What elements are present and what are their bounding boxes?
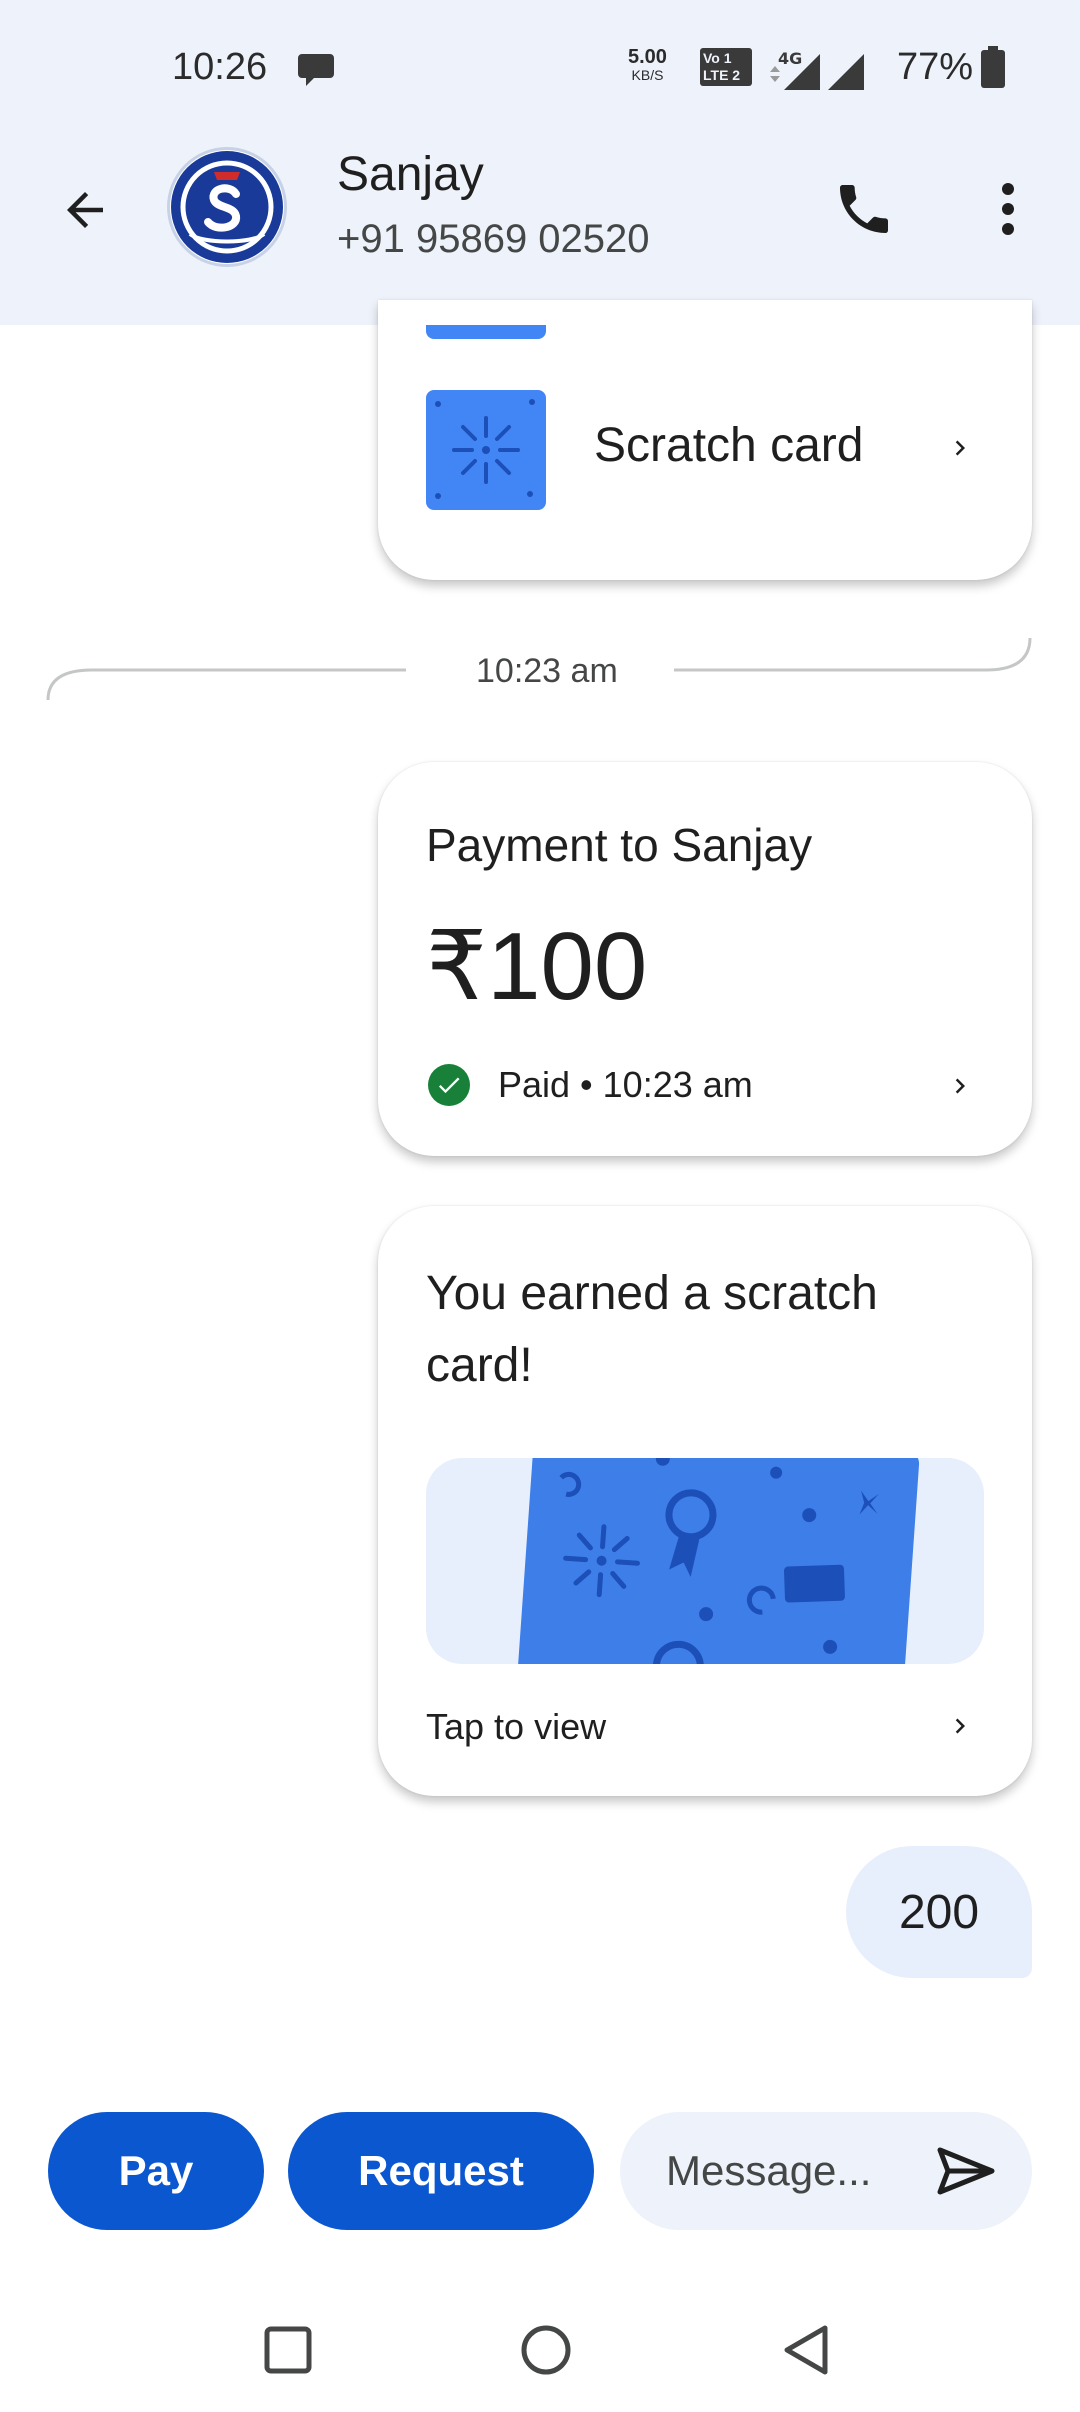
status-time: 10:26: [172, 46, 268, 88]
volte-badge: Vo 1 LTE 2: [700, 48, 752, 86]
scratch-card-art[interactable]: [426, 1458, 984, 1664]
contact-name[interactable]: Sanjay: [337, 147, 484, 202]
back-arrow-icon: [67, 192, 103, 228]
network-type: 4G: [778, 49, 802, 68]
more-options-button[interactable]: [978, 171, 1038, 247]
volte-line2: LTE 2: [703, 67, 741, 83]
chat-bubble-icon: [296, 50, 336, 93]
network-speed-unit: KB/S: [631, 67, 664, 83]
battery-icon: [980, 46, 1006, 93]
divider-timestamp: 10:23 am: [466, 652, 628, 691]
request-button[interactable]: Request: [288, 2112, 594, 2230]
scratch-card-label[interactable]: Scratch card: [594, 418, 863, 473]
check-circle-icon: [428, 1064, 470, 1106]
network-speed: 5.00 KB/S: [628, 46, 667, 84]
reward-tile-partial: [426, 325, 546, 339]
payment-title: Payment to Sanjay: [426, 819, 813, 871]
recents-square-icon[interactable]: [248, 2310, 328, 2390]
phone-icon: [840, 185, 888, 233]
message-input[interactable]: [666, 2112, 926, 2230]
back-button[interactable]: [50, 175, 120, 245]
chevron-right-icon[interactable]: [940, 1706, 980, 1746]
status-bar: 10:26 5.00 KB/S Vo 1 LTE 2 4G 77%: [0, 0, 1080, 135]
network-speed-value: 5.00: [628, 46, 667, 68]
scratch-card-tile: [426, 390, 546, 510]
burst-icon: [435, 399, 535, 499]
battery-percent: 77%: [897, 46, 974, 88]
scratch-card-illustration: [517, 1458, 920, 1664]
payment-status: Paid • 10:23 am: [498, 1064, 753, 1105]
message-bubble[interactable]: 200: [846, 1846, 1032, 1978]
message-field: [620, 2112, 1032, 2230]
payment-amount: ₹100: [426, 913, 648, 1020]
chevron-right-icon[interactable]: [940, 428, 980, 468]
chevron-right-icon[interactable]: [940, 1066, 980, 1106]
send-icon: [937, 2147, 995, 2195]
volte-line1: Vo 1: [703, 50, 732, 66]
more-vert-icon: [1002, 183, 1014, 235]
signal-icon: 4G: [764, 44, 884, 99]
send-button[interactable]: [926, 2136, 1006, 2206]
pay-button[interactable]: Pay: [48, 2112, 264, 2230]
home-circle-icon[interactable]: [506, 2310, 586, 2390]
earned-title: You earned a scratch card!: [426, 1267, 878, 1392]
tap-to-view-label[interactable]: Tap to view: [426, 1706, 606, 1748]
system-nav-bar: [0, 2290, 1080, 2412]
contact-phone: +91 95869 02520: [337, 217, 650, 261]
call-button[interactable]: [826, 171, 902, 247]
conversation-header: Sanjay +91 95869 02520: [0, 135, 1080, 325]
back-triangle-icon[interactable]: [766, 2310, 846, 2390]
avatar[interactable]: [167, 147, 287, 267]
